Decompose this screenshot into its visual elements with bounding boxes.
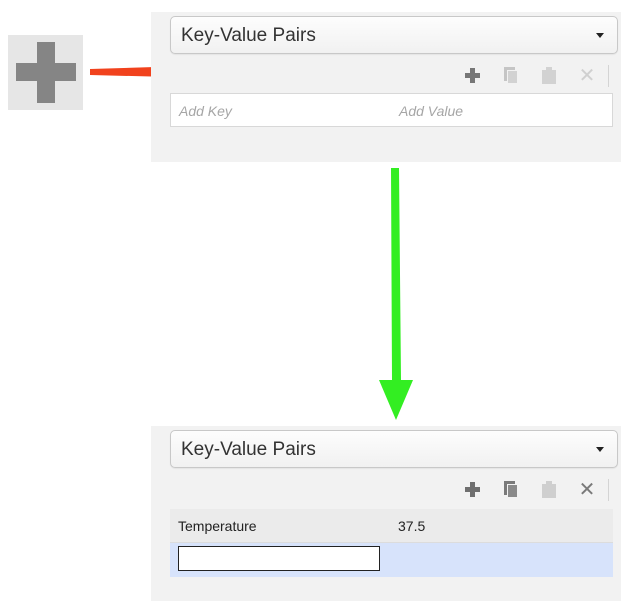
dropdown-label: Key-Value Pairs xyxy=(181,25,316,46)
delete-button[interactable]: ✕ xyxy=(574,64,600,88)
kv-toolbar: ✕ xyxy=(448,64,609,88)
new-row-selected[interactable] xyxy=(170,543,613,577)
kv-toolbar: ✕ xyxy=(448,478,609,502)
type-dropdown[interactable]: Key-Value Pairs xyxy=(170,16,618,54)
toolbar-divider xyxy=(608,65,609,87)
add-button[interactable] xyxy=(460,64,486,88)
chevron-down-icon xyxy=(596,33,604,38)
type-dropdown[interactable]: Key-Value Pairs xyxy=(170,430,618,468)
toolbar-divider xyxy=(608,479,609,501)
add-value-placeholder[interactable]: Add Value xyxy=(399,103,463,119)
green-arrow xyxy=(379,168,413,420)
kv-panel-after: Key-Value Pairs ✕ Temperature 37.5 xyxy=(151,426,621,601)
kv-panel-before: Key-Value Pairs ✕ Add Key Add Value xyxy=(151,12,621,162)
delete-button[interactable]: ✕ xyxy=(574,478,600,502)
copy-button[interactable] xyxy=(498,64,524,88)
chevron-down-icon xyxy=(596,447,604,452)
empty-kv-row[interactable]: Add Key Add Value xyxy=(170,93,613,127)
row-value: 37.5 xyxy=(398,518,426,534)
kv-table: Temperature 37.5 xyxy=(170,509,613,577)
delete-icon: ✕ xyxy=(578,479,596,501)
copy-button[interactable] xyxy=(498,478,524,502)
paste-button[interactable] xyxy=(536,478,562,502)
delete-icon: ✕ xyxy=(578,65,596,87)
add-key-placeholder[interactable]: Add Key xyxy=(179,103,232,119)
add-button[interactable] xyxy=(460,478,486,502)
new-key-input[interactable] xyxy=(178,546,380,571)
table-row[interactable]: Temperature 37.5 xyxy=(170,509,613,543)
paste-button[interactable] xyxy=(536,64,562,88)
dropdown-label: Key-Value Pairs xyxy=(181,439,316,460)
row-key: Temperature xyxy=(178,518,257,534)
